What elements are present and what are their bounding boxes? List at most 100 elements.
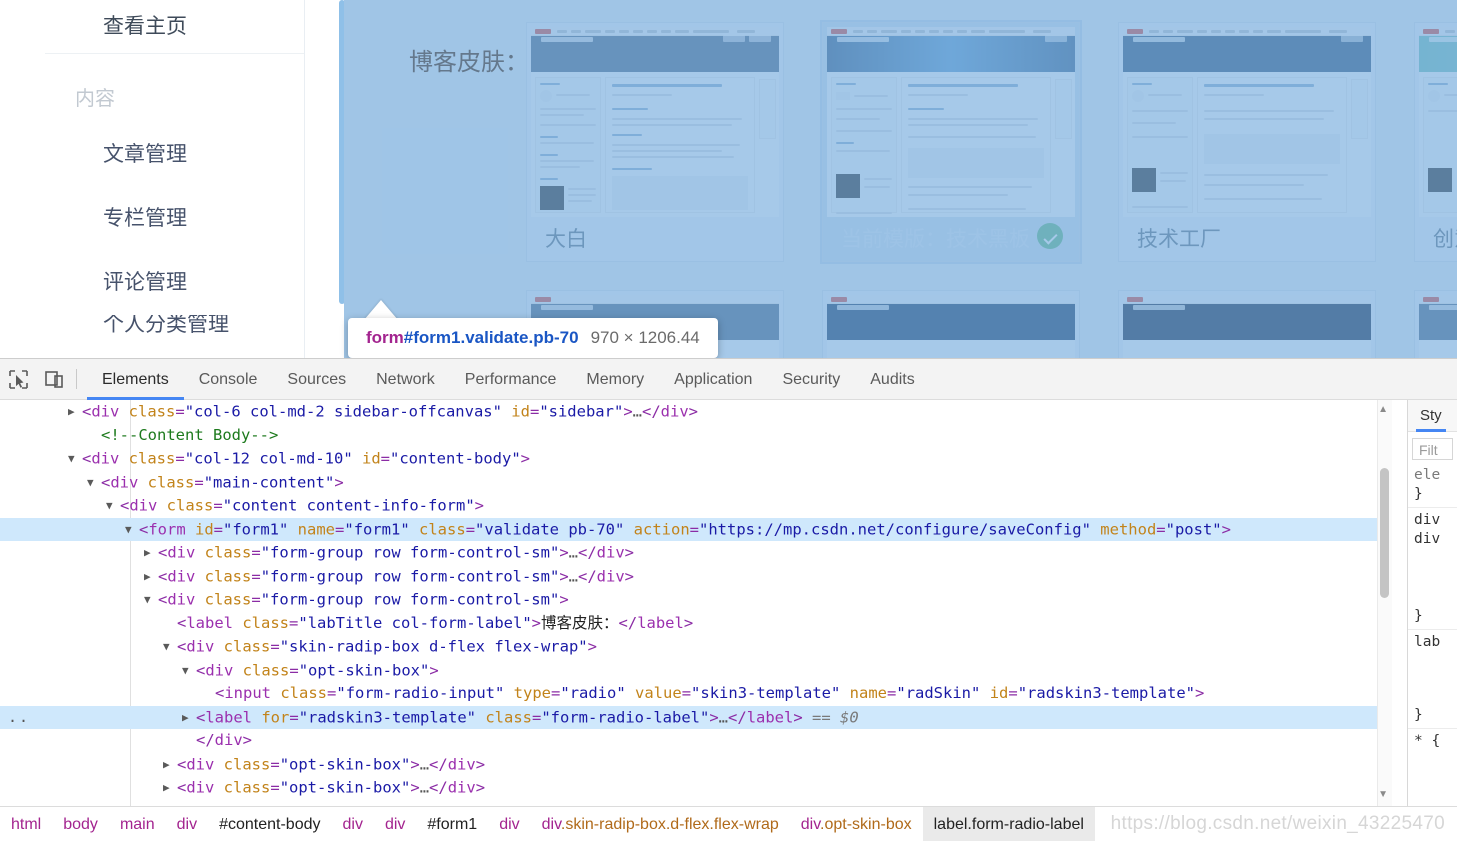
tree-expand-toggle-icon[interactable]	[163, 635, 177, 659]
dom-tree-row[interactable]: <div class="col-6 col-md-2 sidebar-offca…	[0, 400, 1392, 424]
code-token-tag: div	[167, 543, 196, 562]
screenshot-root: 查看主页 内容 文章管理 专栏管理 评论管理 个人分类管理 博客皮肤： form…	[0, 0, 1457, 841]
breadcrumb-item[interactable]: label.form-radio-label	[922, 806, 1095, 841]
device-toolbar-icon[interactable]	[36, 359, 72, 400]
sidebar-item-category-manage[interactable]: 个人分类管理	[45, 315, 304, 345]
tree-expand-toggle-icon[interactable]	[182, 706, 196, 730]
breadcrumb-tag: div	[800, 815, 821, 833]
breadcrumb-item[interactable]: div	[488, 807, 530, 841]
code-token-pun: >	[709, 707, 719, 726]
scroll-up-arrow[interactable]: ▲	[1378, 404, 1388, 415]
tooltip-arrow	[364, 300, 398, 320]
dom-tree-row[interactable]: <div class="main-content">	[0, 471, 1392, 495]
breadcrumb-item[interactable]: #content-body	[208, 807, 331, 841]
dom-tree-row-code: <form id="form1" name="form1" class="val…	[125, 518, 1231, 542]
tree-expand-toggle-icon[interactable]	[87, 471, 101, 495]
tab-audits[interactable]: Audits	[855, 359, 929, 400]
dom-tree-row[interactable]: <div class="col-12 col-md-10" id="conten…	[0, 447, 1392, 471]
styles-filter-input[interactable]: Filt	[1412, 438, 1453, 460]
tree-expand-toggle-icon[interactable]	[144, 588, 158, 612]
code-token-val: "validate pb-70"	[475, 519, 625, 538]
css-line: div	[1414, 531, 1441, 547]
code-token-pun: <	[177, 754, 187, 773]
tab-console[interactable]: Console	[184, 359, 273, 400]
code-token-pun: =	[1008, 684, 1018, 702]
sidebar-item-article-manage[interactable]: 文章管理	[45, 123, 304, 187]
dom-tree-row[interactable]: <form id="form1" name="form1" class="val…	[0, 517, 1392, 542]
blog-settings-content: 大白	[344, 0, 1457, 358]
dom-tree-row[interactable]: <div class="opt-skin-box">…</div>	[0, 776, 1392, 800]
breadcrumb-item[interactable]: div.skin-radip-box.d-flex.flex-wrap	[531, 807, 790, 841]
tree-expand-toggle-icon[interactable]	[68, 447, 82, 471]
dom-tree-row-code: <!--Content Body-->	[87, 424, 278, 448]
skin-form-label: 博客皮肤：	[409, 49, 529, 76]
breadcrumb-item[interactable]: div	[374, 807, 416, 841]
code-token-val: "form-group row form-control-sm"	[260, 590, 560, 609]
elements-dom-tree[interactable]: <div class="col-6 col-md-2 sidebar-offca…	[0, 400, 1392, 806]
tree-row-badge: ..	[8, 707, 31, 726]
code-token-pun: </	[196, 731, 215, 749]
tab-sources[interactable]: Sources	[272, 359, 361, 400]
tree-expand-toggle-icon[interactable]	[125, 518, 139, 542]
tab-styles[interactable]: Sty	[1416, 400, 1446, 432]
scroll-down-arrow[interactable]: ▼	[1378, 789, 1388, 800]
code-token-pun: >	[688, 402, 699, 421]
tab-application[interactable]: Application	[659, 359, 767, 400]
code-token-pun: <	[196, 707, 206, 726]
code-token-ellip: …	[718, 707, 729, 726]
dom-tree-row[interactable]: <!--Content Body-->	[0, 424, 1392, 448]
tree-expand-toggle-icon[interactable]	[144, 565, 158, 589]
code-token-tag: input	[224, 684, 272, 702]
code-token-tag: div	[596, 566, 625, 585]
breadcrumb-item[interactable]: body	[52, 807, 109, 841]
dom-tree-row[interactable]: <div class="skin-radip-box d-flex flex-w…	[0, 635, 1392, 659]
sidebar-item-column-manage[interactable]: 专栏管理	[45, 187, 304, 251]
code-token-pun: >	[559, 590, 569, 609]
tab-performance[interactable]: Performance	[450, 359, 572, 400]
breadcrumb-item[interactable]: main	[109, 807, 166, 841]
code-token-tag: div	[186, 754, 215, 773]
code-token-pun: </	[642, 402, 661, 421]
tree-scrollbar-track[interactable]	[1377, 400, 1392, 806]
tree-expand-toggle-icon[interactable]	[182, 659, 196, 683]
tab-network[interactable]: Network	[361, 359, 450, 400]
code-token-attr: class	[195, 543, 252, 562]
tree-scrollbar-thumb[interactable]	[1380, 468, 1389, 598]
sidebar-item-comment-manage[interactable]: 评论管理	[45, 251, 304, 315]
dom-tree-row[interactable]: <div class="opt-skin-box">	[0, 659, 1392, 683]
tab-memory[interactable]: Memory	[571, 359, 659, 400]
tree-expand-toggle-icon[interactable]	[106, 494, 120, 518]
tree-expand-toggle-icon[interactable]	[68, 400, 82, 424]
breadcrumb-item[interactable]: div.opt-skin-box	[790, 807, 923, 841]
tree-expand-toggle-icon[interactable]	[163, 776, 177, 800]
tooltip-element-id: #form1	[403, 328, 461, 347]
code-token-pun: >	[1195, 684, 1205, 702]
breadcrumb-item[interactable]: html	[0, 807, 52, 841]
dom-tree-row[interactable]: <label class="labTitle col-form-label">博…	[0, 612, 1392, 636]
code-token-pun: </	[618, 613, 638, 632]
breadcrumb-item[interactable]: div	[166, 807, 208, 841]
breadcrumb-item[interactable]: div	[331, 807, 373, 841]
dom-tree-row[interactable]: <div class="form-group row form-control-…	[0, 588, 1392, 612]
dom-tree-row[interactable]: <div class="opt-skin-box">…</div>	[0, 753, 1392, 777]
breadcrumb-item[interactable]: #form1	[416, 807, 488, 841]
code-token-attr: class	[157, 496, 214, 515]
dom-tree-row[interactable]: </div>	[0, 729, 1392, 753]
dom-tree-row[interactable]: <input class="form-radio-input" type="ra…	[0, 682, 1392, 706]
tab-security[interactable]: Security	[767, 359, 855, 400]
code-token-attr: id	[501, 402, 530, 421]
tree-expand-toggle-icon[interactable]	[163, 753, 177, 777]
dom-tree-row-code: <div class="opt-skin-box">…</div>	[163, 776, 485, 800]
dom-tree-row[interactable]: <div class="form-group row form-control-…	[0, 565, 1392, 589]
code-token-attr: for	[252, 707, 290, 726]
code-token-attr: class	[195, 590, 252, 609]
dom-tree-row[interactable]: <div class="form-group row form-control-…	[0, 541, 1392, 565]
inspect-element-icon[interactable]	[0, 359, 36, 400]
tab-elements[interactable]: Elements	[87, 359, 184, 400]
code-token-val: "radSkin"	[896, 684, 981, 702]
sidebar-item-view-homepage[interactable]: 查看主页	[45, 0, 304, 54]
dom-tree-row[interactable]: <div class="content content-info-form">	[0, 494, 1392, 518]
code-token-val: "form1"	[223, 519, 289, 538]
tree-expand-toggle-icon[interactable]	[144, 541, 158, 565]
dom-tree-row[interactable]: ..<label for="radskin3-template" class="…	[0, 705, 1392, 730]
